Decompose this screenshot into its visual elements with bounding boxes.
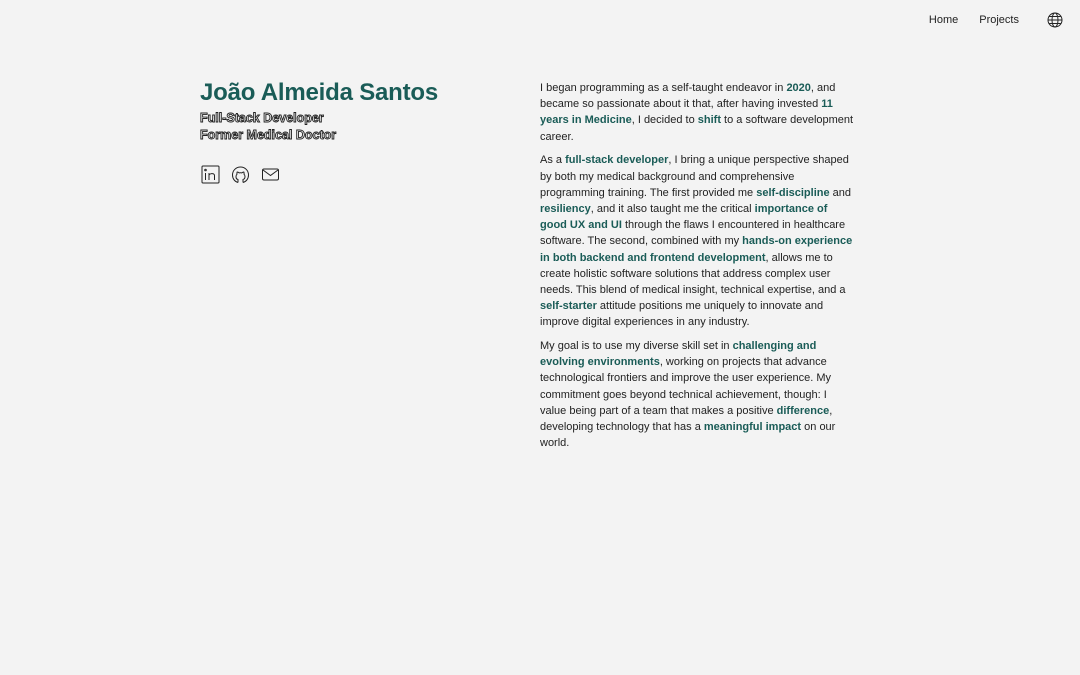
text-segment: My goal is to use my diverse skill set i… [540,340,733,353]
highlight-self-discipline: self-discipline [756,186,830,199]
globe-icon[interactable] [1046,11,1064,29]
linkedin-icon[interactable] [200,164,220,184]
profile-role-secondary: Former Medical Doctor [200,128,337,143]
profile-role-primary: Full-Stack Developer [200,111,325,126]
github-icon[interactable] [230,164,250,184]
about-paragraph-1: I began programming as a self-taught end… [540,80,856,145]
highlight-start-year: 2020 [786,82,811,94]
highlight-shift: shift [697,114,721,127]
about-paragraph-3: My goal is to use my diverse skill set i… [540,338,856,451]
highlight-meaningful-impact: meaningful impact [703,421,802,434]
nav-home-link[interactable]: Home [929,14,958,26]
text-segment: , I decided to [631,114,698,127]
text-segment: , and it also taught me the critical [590,202,755,215]
about-section: I began programming as a self-taught end… [540,80,856,459]
top-nav: Home Projects [929,0,1080,40]
profile-section: João Almeida Santos Full-Stack Developer… [200,78,500,184]
highlight-resiliency: resiliency [540,202,591,215]
social-links [200,164,500,184]
profile-name: João Almeida Santos [200,79,439,106]
highlight-self-starter: self-starter [540,300,597,313]
highlight-difference: difference [776,404,830,417]
text-segment: and [829,186,852,199]
nav-projects-link[interactable]: Projects [979,14,1019,26]
mail-icon[interactable] [260,164,280,184]
text-segment: I began programming as a self-taught end… [540,82,787,94]
text-segment: As a [540,154,566,167]
highlight-full-stack: full-stack developer [565,154,669,167]
about-paragraph-2: As a full-stack developer, I bring a uni… [540,152,856,330]
